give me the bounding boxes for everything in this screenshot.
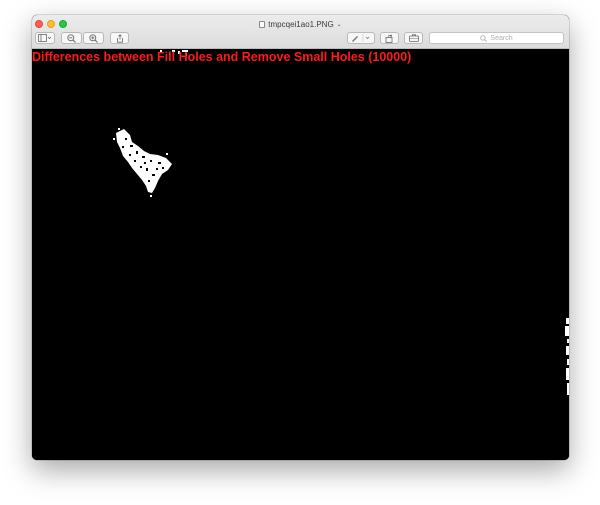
search-icon — [480, 34, 488, 42]
zoom-out-icon — [67, 33, 76, 43]
preview-window: tmpcqei1ao1.PNG ⌄ Search Differences bet… — [32, 15, 569, 460]
window-title[interactable]: tmpcqei1ao1.PNG ⌄ — [32, 18, 569, 30]
chevron-down-icon: ⌄ — [336, 21, 342, 28]
search-placeholder: Search — [490, 34, 513, 42]
rotate-icon — [385, 34, 393, 43]
window-title-text: tmpcqei1ao1.PNG — [268, 19, 334, 29]
share-icon — [116, 33, 123, 43]
sidebar-icon — [38, 34, 52, 42]
zoom-in-button[interactable] — [83, 32, 104, 44]
search-field[interactable]: Search — [429, 32, 564, 44]
mask-image — [32, 50, 569, 460]
rotate-button[interactable] — [380, 32, 399, 44]
image-canvas[interactable]: Differences between Fill Holes and Remov… — [32, 50, 569, 460]
sidebar-toggle-button[interactable] — [35, 32, 55, 44]
toolbox-icon — [408, 34, 419, 42]
image-overlay-title: Differences between Fill Holes and Remov… — [32, 50, 412, 64]
toolbox-button[interactable] — [404, 32, 423, 44]
markup-button[interactable] — [347, 32, 375, 44]
title-bar: tmpcqei1ao1.PNG ⌄ Search — [32, 15, 569, 49]
share-button[interactable] — [110, 32, 129, 44]
zoom-in-icon — [89, 33, 98, 43]
pen-icon — [352, 34, 370, 42]
document-icon — [259, 20, 266, 28]
zoom-out-button[interactable] — [61, 32, 82, 44]
